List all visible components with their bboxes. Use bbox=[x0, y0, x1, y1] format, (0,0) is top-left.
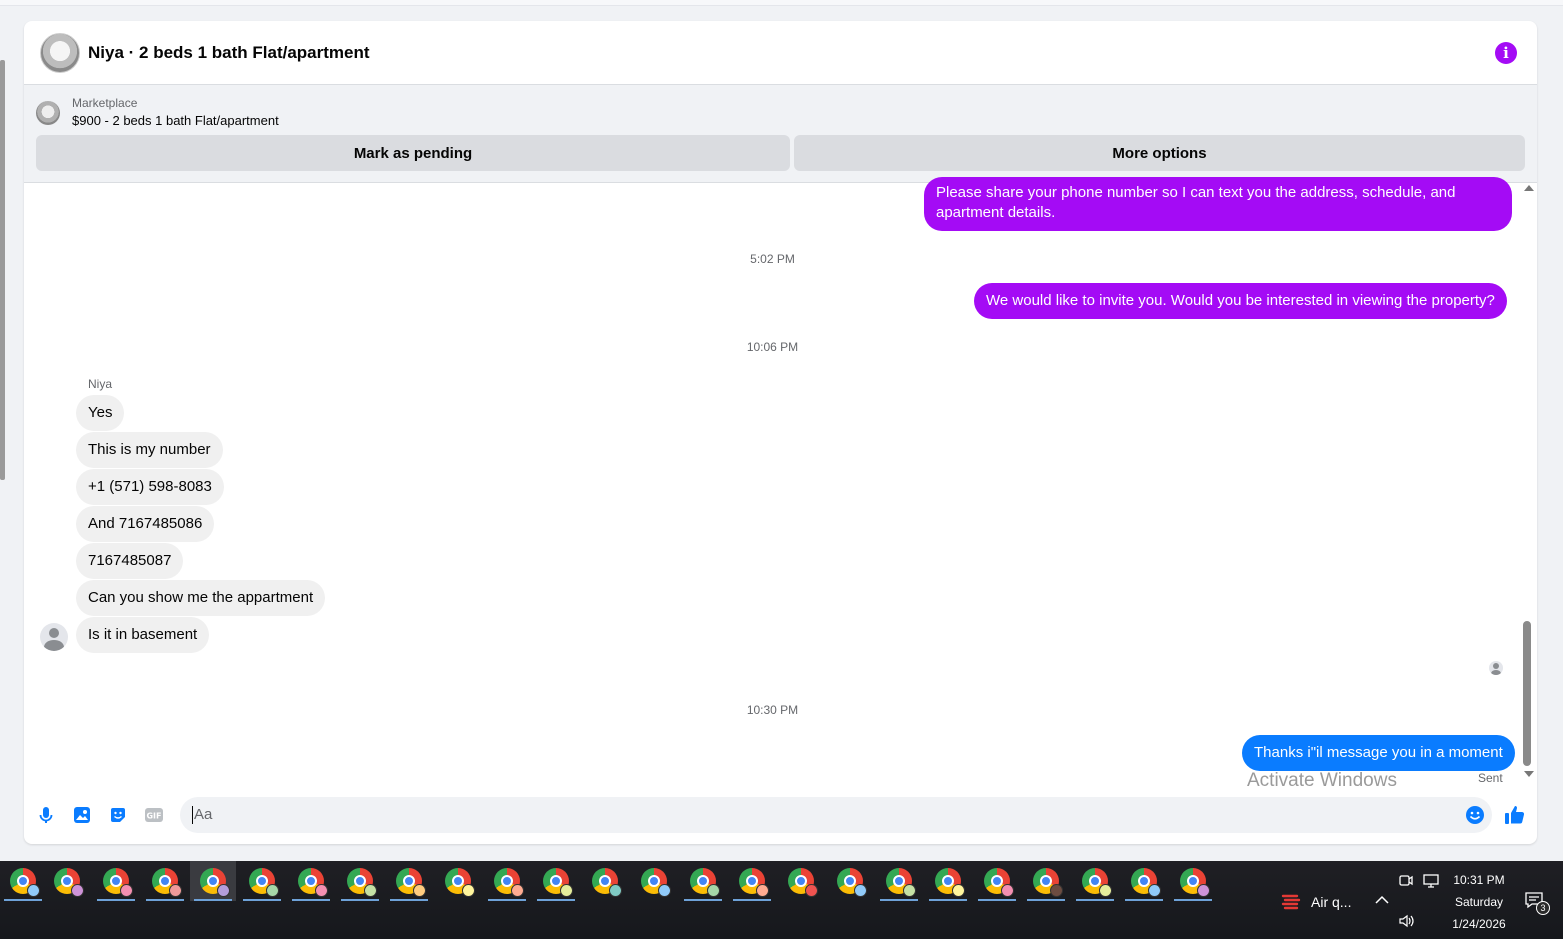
taskbar-chrome-profile[interactable] bbox=[239, 861, 285, 901]
message-thread: Please share your phone number so I can … bbox=[24, 177, 1521, 785]
incoming-message[interactable]: Yes bbox=[76, 395, 125, 431]
taskbar-chrome-profile[interactable] bbox=[44, 861, 90, 901]
outgoing-message[interactable]: Please share your phone number so I can … bbox=[924, 177, 1512, 231]
like-thumbs-up-icon[interactable] bbox=[1504, 804, 1526, 826]
page-scrollbar-left[interactable] bbox=[0, 60, 5, 480]
taskbar-chrome-profile[interactable] bbox=[0, 861, 46, 901]
timestamp: 10:30 PM bbox=[746, 703, 799, 717]
taskbar-chrome-profile[interactable] bbox=[925, 861, 971, 901]
taskbar-chrome-profile[interactable] bbox=[631, 861, 677, 901]
weather-label: Air q... bbox=[1311, 894, 1352, 910]
microphone-icon[interactable] bbox=[36, 805, 56, 825]
taskbar-chrome-profile[interactable] bbox=[876, 861, 922, 901]
conversation-header: Niya · 2 beds 1 bath Flat/apartment i bbox=[24, 21, 1537, 85]
incoming-message[interactable]: This is my number bbox=[76, 432, 223, 468]
outgoing-message[interactable]: We would like to invite you. Would you b… bbox=[974, 283, 1507, 319]
notification-center-button[interactable]: 3 bbox=[1524, 891, 1550, 915]
sender-name: Niya bbox=[88, 377, 113, 391]
chevron-up-icon[interactable] bbox=[1375, 895, 1389, 905]
conversation-panel: Niya · 2 beds 1 bath Flat/apartment i Ma… bbox=[24, 21, 1537, 844]
sticker-icon[interactable] bbox=[108, 805, 128, 825]
clock-day: Saturday bbox=[1454, 895, 1504, 909]
marketplace-banner: Marketplace $900 - 2 beds 1 bath Flat/ap… bbox=[24, 85, 1537, 183]
scroll-up-arrow-icon[interactable] bbox=[1524, 185, 1534, 191]
incoming-message[interactable]: Can you show me the appartment bbox=[76, 580, 326, 616]
incoming-message[interactable]: Is it in basement bbox=[76, 617, 210, 653]
outgoing-message-text-cont: apartment details. bbox=[936, 204, 1056, 221]
weather-widget[interactable]: Air q... bbox=[1280, 891, 1351, 913]
taskbar-chrome-profile[interactable] bbox=[288, 861, 334, 901]
listing-price-title[interactable]: $900 - 2 beds 1 bath Flat/apartment bbox=[72, 111, 279, 131]
clock-time: 10:31 PM bbox=[1453, 873, 1505, 887]
listing-avatar[interactable] bbox=[40, 32, 80, 73]
watermark-title: Activate Windows bbox=[1247, 770, 1397, 791]
taskbar-chrome-profile[interactable] bbox=[1121, 861, 1167, 901]
seen-indicator-avatar bbox=[1489, 661, 1503, 675]
emoji-icon[interactable] bbox=[1465, 805, 1485, 825]
listing-thumbnail[interactable] bbox=[36, 101, 60, 125]
incoming-message[interactable]: +1 (571) 598-8083 bbox=[76, 469, 224, 505]
meet-now-icon[interactable] bbox=[1398, 873, 1414, 889]
sender-avatar[interactable] bbox=[40, 623, 68, 651]
taskbar-chrome-profile[interactable] bbox=[93, 861, 139, 901]
scroll-thumb[interactable] bbox=[1523, 621, 1531, 766]
network-icon[interactable] bbox=[1422, 873, 1440, 889]
taskbar-chrome-profile[interactable] bbox=[435, 861, 481, 901]
svg-text:GIF: GIF bbox=[146, 812, 161, 821]
taskbar-chrome-profile[interactable] bbox=[778, 861, 824, 901]
message-input[interactable]: Aa bbox=[180, 797, 1492, 833]
info-icon[interactable]: i bbox=[1495, 42, 1517, 64]
taskbar-chrome-profile[interactable] bbox=[533, 861, 579, 901]
taskbar-chrome-profile[interactable] bbox=[582, 861, 628, 901]
browser-top-edge bbox=[0, 0, 1563, 6]
outgoing-message[interactable]: Thanks i"il message you in a moment bbox=[1242, 735, 1515, 771]
taskbar-chrome-profile-active[interactable] bbox=[190, 861, 236, 901]
timestamp: 5:02 PM bbox=[750, 252, 795, 266]
windows-taskbar: Air q... 10:31 PM Saturday 1/24/2026 3 bbox=[0, 861, 1563, 939]
taskbar-chrome-profile[interactable] bbox=[142, 861, 188, 901]
gif-icon[interactable]: GIF bbox=[144, 805, 164, 825]
taskbar-chrome-profile[interactable] bbox=[680, 861, 726, 901]
scroll-down-arrow-icon[interactable] bbox=[1524, 771, 1534, 777]
message-composer: GIF Aa bbox=[24, 793, 1537, 837]
taskbar-chrome-profile[interactable] bbox=[974, 861, 1020, 901]
incoming-message[interactable]: And 7167485086 bbox=[76, 506, 215, 542]
air-quality-icon bbox=[1281, 894, 1301, 910]
notification-count-badge: 3 bbox=[1536, 901, 1550, 915]
incoming-message[interactable]: 7167485087 bbox=[76, 543, 184, 579]
taskbar-chrome-profile[interactable] bbox=[386, 861, 432, 901]
thread-scrollbar[interactable] bbox=[1521, 183, 1537, 783]
taskbar-chrome-profile[interactable] bbox=[729, 861, 775, 901]
marketplace-label: Marketplace bbox=[72, 96, 138, 110]
taskbar-chrome-profile[interactable] bbox=[827, 861, 873, 901]
more-options-button[interactable]: More options bbox=[794, 135, 1525, 171]
outgoing-message-text: Please share your phone number so I can … bbox=[936, 184, 1456, 201]
timestamp: 10:06 PM bbox=[746, 340, 799, 354]
conversation-title[interactable]: Niya · 2 beds 1 bath Flat/apartment bbox=[88, 43, 370, 63]
taskbar-chrome-profile[interactable] bbox=[1023, 861, 1069, 901]
system-clock[interactable]: 10:31 PM Saturday 1/24/2026 bbox=[1440, 869, 1518, 935]
taskbar-chrome-profile[interactable] bbox=[337, 861, 383, 901]
message-input-placeholder: Aa bbox=[194, 806, 213, 823]
clock-date: 1/24/2026 bbox=[1452, 917, 1506, 931]
taskbar-chrome-profile[interactable] bbox=[484, 861, 530, 901]
taskbar-chrome-profile[interactable] bbox=[1072, 861, 1118, 901]
message-status: Sent bbox=[1478, 771, 1503, 785]
photo-icon[interactable] bbox=[72, 805, 92, 825]
volume-icon[interactable] bbox=[1398, 913, 1416, 929]
taskbar-chrome-profile[interactable] bbox=[1170, 861, 1216, 901]
mark-as-pending-button[interactable]: Mark as pending bbox=[36, 135, 790, 171]
